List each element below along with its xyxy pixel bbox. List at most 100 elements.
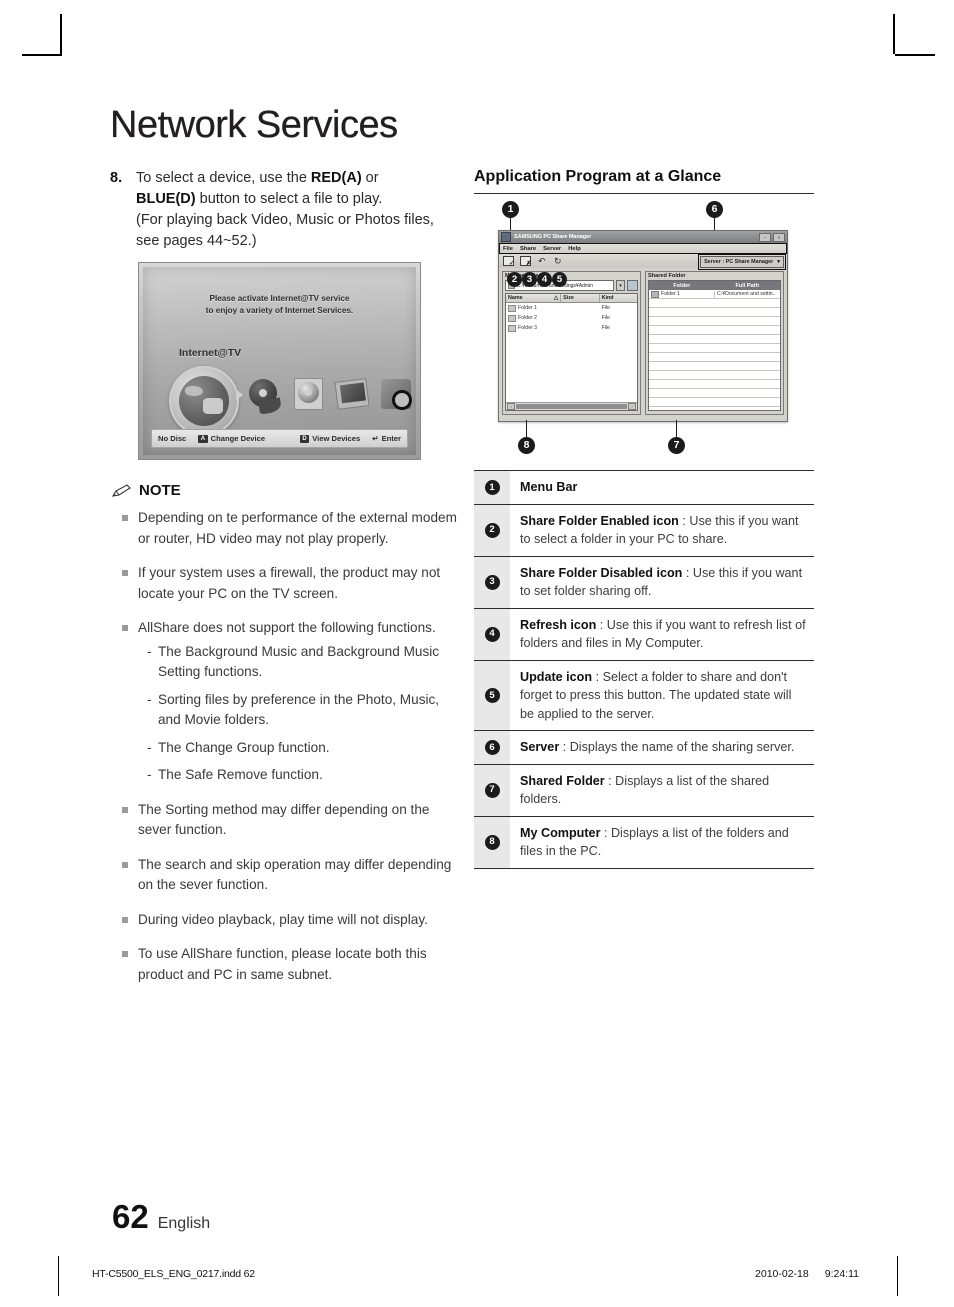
step-blue-d: BLUE(D)	[136, 191, 196, 207]
table-row[interactable]: Folder 1 C:¥Document and settin..	[649, 290, 780, 299]
note-sub-item: Sorting files by preference in the Photo…	[147, 690, 462, 731]
note-item-text: AllShare does not support the following …	[138, 620, 436, 635]
crop-mark-top-left-horizontal	[22, 54, 62, 56]
share-folder-disabled-icon[interactable]: ✗	[520, 256, 531, 267]
callout-7-leader	[676, 420, 678, 438]
menu-item-help[interactable]: Help	[568, 246, 581, 252]
callout-number: 6	[484, 739, 500, 755]
window-panes: My Computer C:¥Document and settings¥Adm…	[499, 268, 787, 418]
my-computer-pane: My Computer C:¥Document and settings¥Adm…	[502, 271, 641, 415]
list-item[interactable]: Folder 3 File	[506, 323, 637, 333]
tv-change-device-button[interactable]: A Change Device	[192, 434, 271, 443]
menu-item-file[interactable]: File	[503, 246, 513, 252]
scroll-left-button[interactable]: ‹	[507, 403, 515, 410]
callout-1: 1	[502, 201, 519, 218]
photos-icon	[334, 375, 370, 415]
table-row-empty[interactable]	[649, 353, 780, 362]
table-row-empty[interactable]	[649, 299, 780, 308]
legend-text-cell: Share Folder Disabled icon : Use this if…	[510, 557, 814, 608]
folder-icon	[508, 304, 516, 312]
tool-bar: ✓ ✗ ↶ ↻ Server : PC Share Manager ▾	[499, 254, 787, 270]
table-row-empty[interactable]	[649, 371, 780, 380]
tv-view-devices-button[interactable]: D View Devices	[294, 434, 366, 443]
shared-folder-name-cell: Folder 1	[649, 290, 715, 298]
chevron-down-icon: ▾	[777, 259, 780, 265]
column-name[interactable]: Name	[508, 295, 523, 301]
refresh-icon[interactable]: ↶	[537, 256, 548, 266]
table-row-empty[interactable]	[649, 380, 780, 389]
shared-folder-pane: Shared Folder Folder Full Path Folder 1 …	[645, 271, 784, 415]
legend-row: 7 Shared Folder : Displays a list of the…	[474, 764, 814, 817]
folder-icon	[508, 314, 516, 322]
legend-row: 1 Menu Bar	[474, 471, 814, 505]
list-item[interactable]: Folder 1 File	[506, 303, 637, 313]
section-title: Application Program at a Glance	[474, 168, 722, 185]
callout-number: 4	[484, 626, 500, 642]
internet-tv-globe-icon	[169, 366, 239, 436]
shared-folder-name: Folder 1	[661, 291, 681, 297]
server-selector[interactable]: Server : PC Share Manager ▾	[698, 254, 786, 270]
note-list: Depending on te performance of the exter…	[112, 508, 462, 985]
shared-folder-list[interactable]: Folder Full Path Folder 1 C:¥Document an…	[648, 280, 781, 411]
key-a-icon: A	[198, 434, 208, 443]
callout-number: 5	[484, 687, 500, 703]
menu-item-server[interactable]: Server	[543, 246, 561, 252]
table-row-empty[interactable]	[649, 317, 780, 326]
pencil-icon	[111, 483, 132, 498]
table-row-empty[interactable]	[649, 362, 780, 371]
table-row-empty[interactable]	[649, 344, 780, 353]
minimize-button[interactable]: –	[759, 232, 771, 242]
my-computer-list[interactable]: Name △ Size Kind Folder 1 File Folder 2 …	[505, 293, 638, 411]
table-row-empty[interactable]	[649, 326, 780, 335]
tv-enter-button[interactable]: ↵ Enter	[366, 434, 407, 443]
window-title: SAMSUNG PC Share Manager	[514, 234, 592, 240]
legend-number-cell: 7	[474, 764, 510, 816]
legend-number-cell: 1	[474, 471, 510, 504]
table-row-empty[interactable]	[649, 398, 780, 407]
window-controls: – ×	[759, 232, 785, 242]
note-item: The Sorting method may differ depending …	[112, 800, 462, 841]
address-dropdown-button[interactable]: ▾	[616, 280, 625, 291]
update-icon[interactable]: ↻	[554, 256, 565, 266]
tv-message-line-2: to enjoy a variety of Internet Services.	[205, 306, 354, 315]
horizontal-scrollbar[interactable]: ‹ ›	[506, 402, 637, 410]
close-button[interactable]: ×	[773, 232, 785, 242]
list-item[interactable]: Folder 2 File	[506, 313, 637, 323]
menu-item-share[interactable]: Share	[520, 246, 536, 252]
footer-time: 9:24:11	[824, 1268, 859, 1280]
legend-desc: : Displays the name of the sharing serve…	[559, 740, 795, 754]
legend-term: Share Folder Enabled icon	[520, 513, 679, 528]
column-size[interactable]: Size	[561, 294, 600, 302]
key-d-icon: D	[299, 434, 310, 443]
table-row-empty[interactable]	[649, 308, 780, 317]
note-section: NOTE Depending on te performance of the …	[111, 482, 462, 999]
tv-no-disc-status: No Disc	[152, 434, 192, 443]
scroll-right-button[interactable]: ›	[628, 403, 636, 410]
crop-mark-top-right-horizontal	[895, 54, 935, 56]
column-folder[interactable]: Folder	[649, 281, 715, 290]
column-full-path[interactable]: Full Path	[715, 281, 781, 290]
page-title: Network Services	[110, 104, 398, 146]
tv-media-icons	[247, 375, 413, 415]
legend-term: Menu Bar	[520, 480, 578, 494]
legend-term: Shared Folder	[520, 773, 605, 788]
menu-bar[interactable]: File Share Server Help	[499, 243, 787, 254]
page-number: 62	[112, 1198, 149, 1235]
browse-button[interactable]	[627, 280, 638, 291]
callout-number: 8	[484, 834, 500, 850]
note-sub-list: The Background Music and Background Musi…	[138, 642, 462, 786]
column-kind[interactable]: Kind	[600, 294, 637, 302]
tv-change-device-label: Change Device	[210, 434, 266, 443]
share-folder-enabled-icon[interactable]: ✓	[503, 256, 514, 267]
legend-text-cell: Menu Bar	[510, 471, 814, 504]
server-label: Server : PC Share Manager	[704, 259, 774, 265]
legend-text-cell: Refresh icon : Use this if you want to r…	[510, 609, 814, 660]
manual-page: Network Services 8. To select a device, …	[0, 0, 954, 1307]
table-row-empty[interactable]	[649, 389, 780, 398]
my-computer-list-header: Name △ Size Kind	[506, 294, 637, 303]
tv-no-disc-label: No Disc	[158, 434, 187, 443]
table-row-empty[interactable]	[649, 335, 780, 344]
right-column: Application Program at a Glance	[474, 168, 814, 194]
scrollbar-thumb[interactable]	[516, 404, 627, 409]
page-language: English	[157, 1215, 211, 1232]
